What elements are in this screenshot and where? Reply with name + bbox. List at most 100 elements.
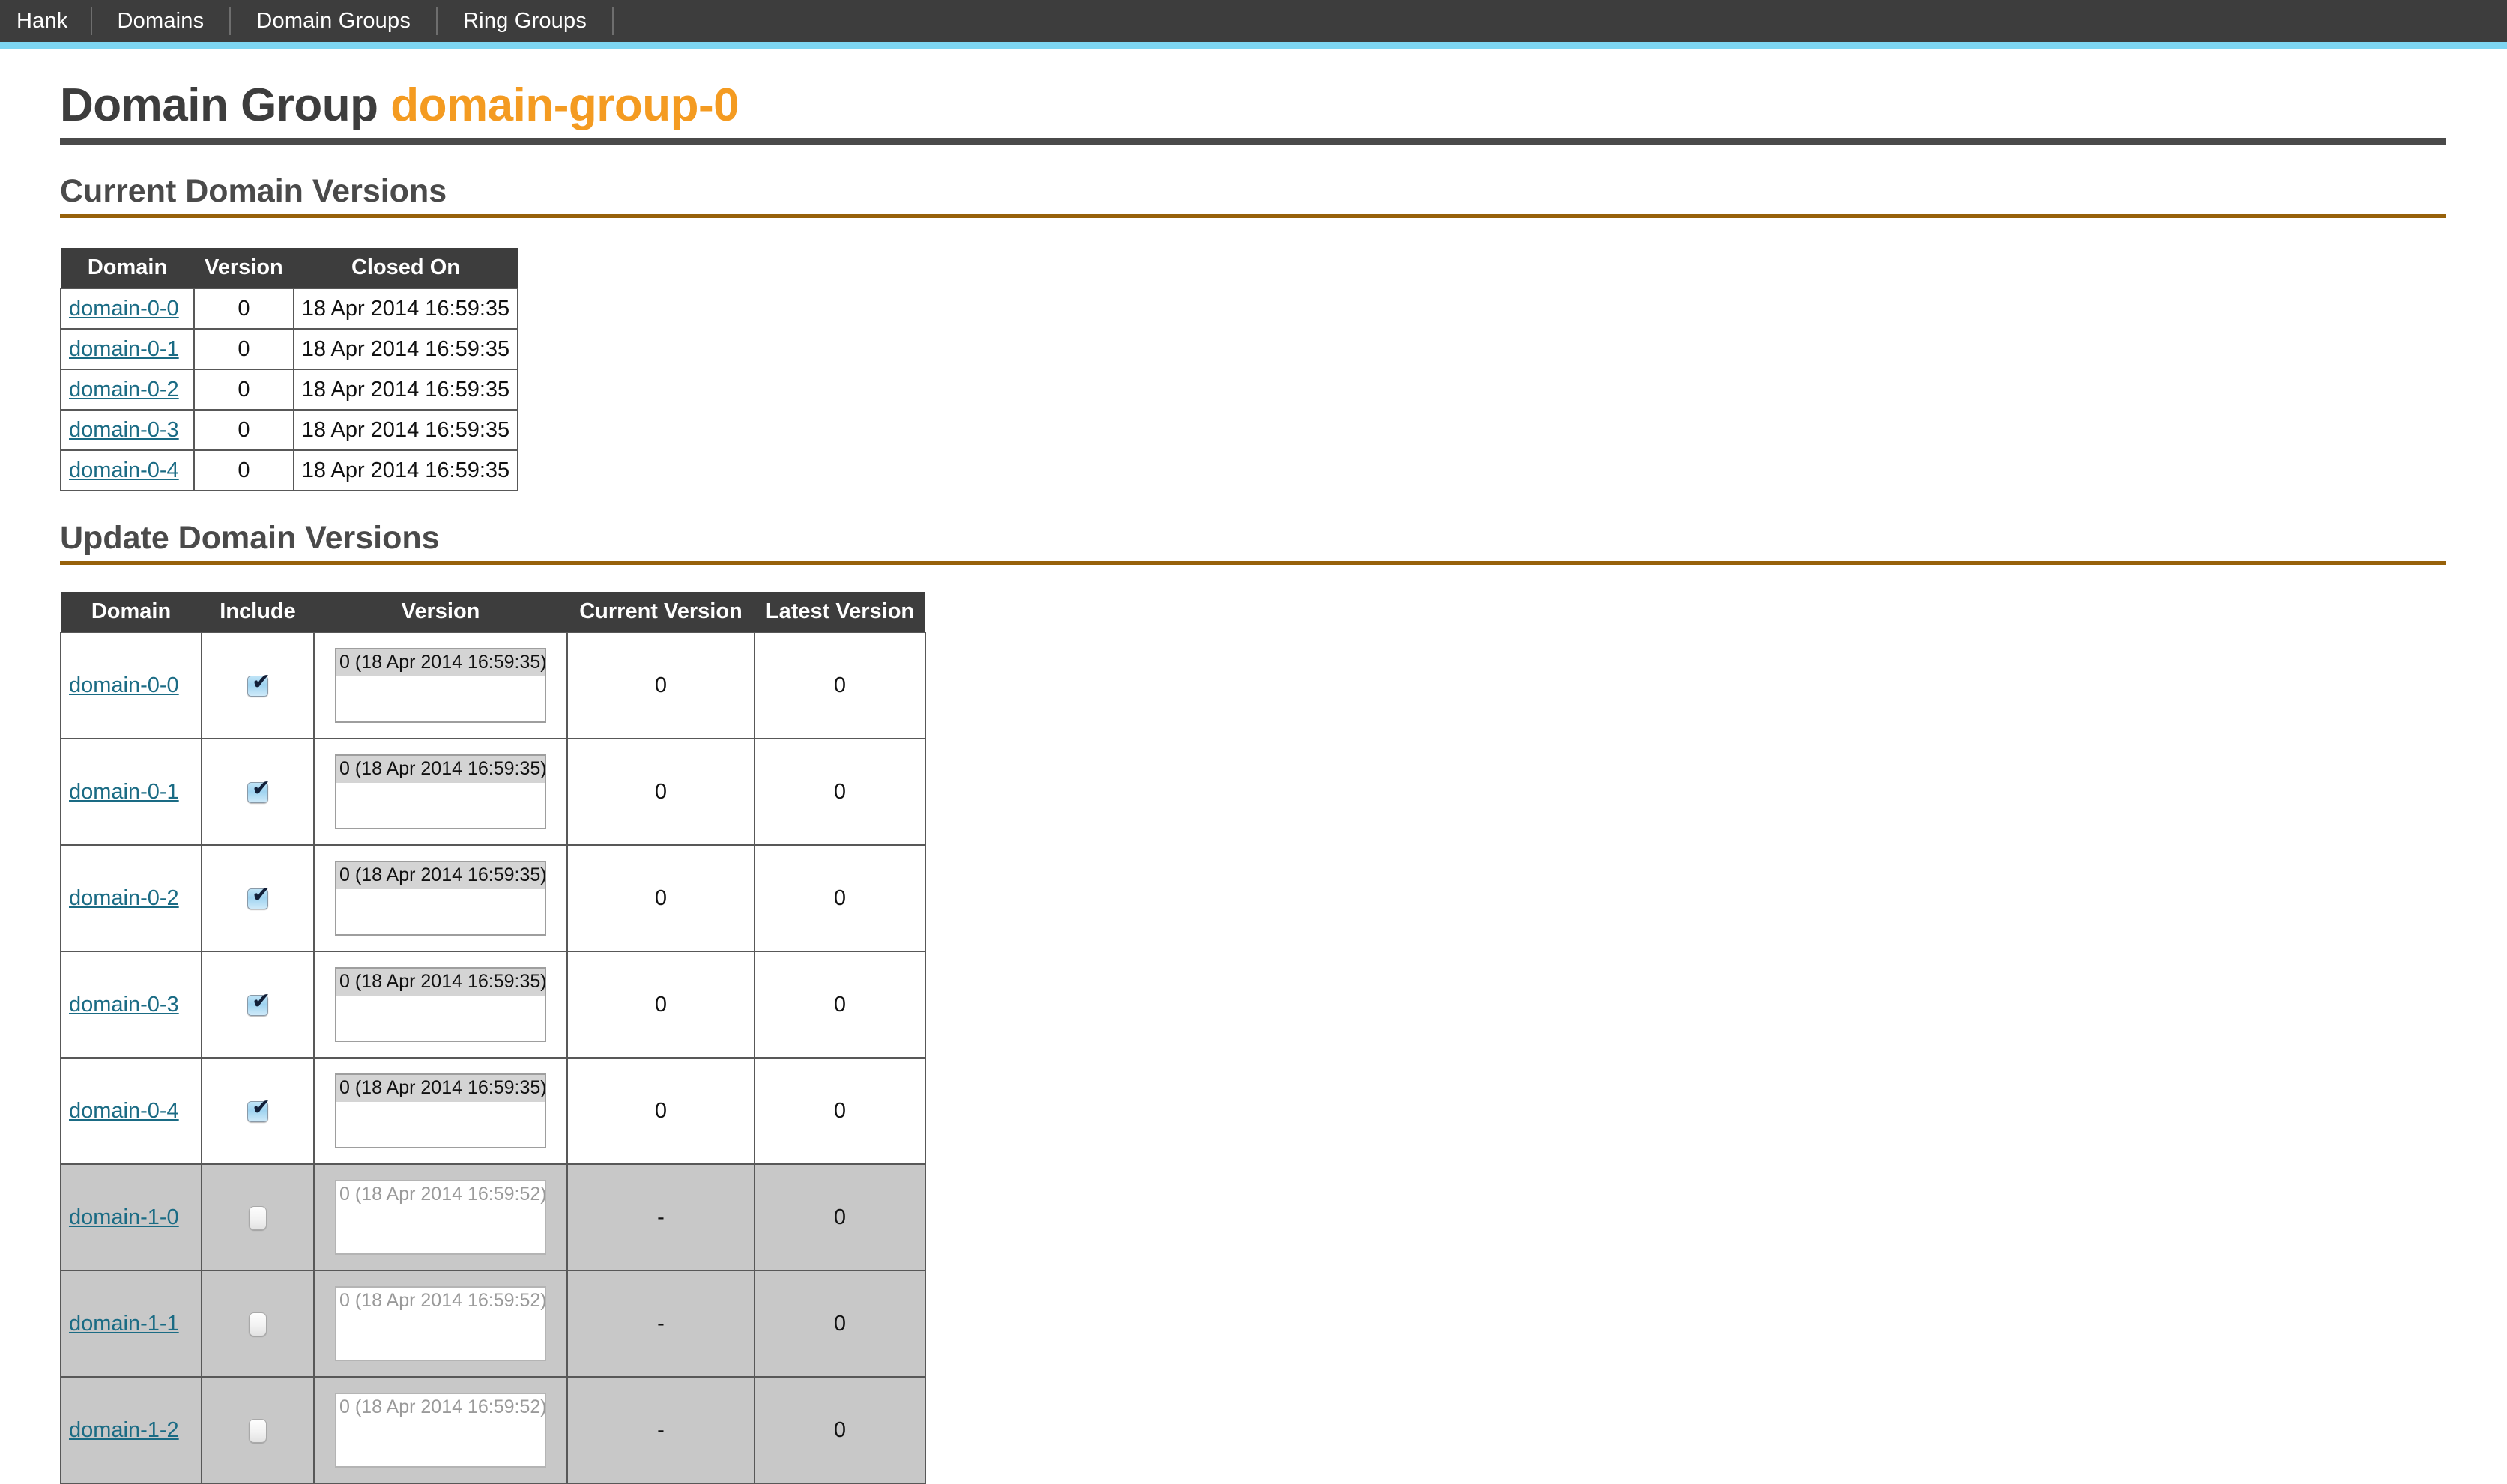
cell-version: 0 (18 Apr 2014 16:59:35): [314, 739, 567, 845]
domain-link[interactable]: domain-0-4: [69, 458, 179, 482]
checkmark-icon: ✔: [252, 1098, 268, 1118]
include-checkbox-unchecked[interactable]: [249, 1206, 267, 1230]
table-row: domain-0-2✔0 (18 Apr 2014 16:59:35)00: [61, 845, 925, 951]
version-listbox[interactable]: 0 (18 Apr 2014 16:59:52): [335, 1286, 546, 1361]
cell-domain: domain-0-0: [61, 632, 202, 739]
cell-latest-version: 0: [754, 1271, 925, 1377]
table-row: domain-0-1✔0 (18 Apr 2014 16:59:35)00: [61, 739, 925, 845]
domain-link[interactable]: domain-0-3: [69, 993, 179, 1017]
include-checkbox-checked[interactable]: ✔: [247, 782, 268, 803]
cell-closed-on: 18 Apr 2014 16:59:35: [294, 410, 518, 450]
domain-link[interactable]: domain-0-3: [69, 418, 179, 442]
domain-link[interactable]: domain-0-1: [69, 337, 179, 361]
version-option[interactable]: 0 (18 Apr 2014 16:59:52): [336, 1181, 545, 1208]
version-option[interactable]: 0 (18 Apr 2014 16:59:52): [336, 1394, 545, 1420]
cell-domain: domain-0-2: [61, 845, 202, 951]
nav-item-domain-groups[interactable]: Domain Groups: [231, 0, 436, 42]
checkmark-icon: ✔: [252, 673, 268, 692]
cell-current-version: 0: [567, 1058, 754, 1164]
cell-version: 0 (18 Apr 2014 16:59:35): [314, 845, 567, 951]
cell-current-version: 0: [567, 951, 754, 1058]
cell-domain: domain-1-0: [61, 1164, 202, 1271]
domain-link[interactable]: domain-1-1: [69, 1312, 179, 1336]
include-checkbox-checked[interactable]: ✔: [247, 995, 268, 1016]
checkmark-icon: ✔: [252, 779, 268, 799]
cell-latest-version: 0: [754, 1058, 925, 1164]
page-content: Domain Group domain-group-0 Current Doma…: [0, 49, 2507, 1484]
cell-latest-version: 0: [754, 1377, 925, 1483]
table-row: domain-1-0 0 (18 Apr 2014 16:59:52)-0: [61, 1164, 925, 1271]
domain-link[interactable]: domain-0-0: [69, 297, 179, 321]
column-header-current-version: Current Version: [567, 592, 754, 632]
cell-include: ✔: [202, 1058, 314, 1164]
version-option[interactable]: 0 (18 Apr 2014 16:59:52): [336, 1288, 545, 1314]
domain-link[interactable]: domain-0-1: [69, 780, 179, 804]
table-header-row: Domain Version Closed On: [61, 248, 518, 288]
table-row: domain-0-4018 Apr 2014 16:59:35: [61, 450, 518, 491]
cell-version: 0 (18 Apr 2014 16:59:35): [314, 1058, 567, 1164]
domain-link[interactable]: domain-0-2: [69, 378, 179, 402]
cell-current-version: -: [567, 1164, 754, 1271]
include-checkbox-unchecked[interactable]: [249, 1312, 267, 1336]
cell-include: [202, 1271, 314, 1377]
cell-domain: domain-1-2: [61, 1377, 202, 1483]
nav-item-hank[interactable]: Hank: [0, 0, 91, 42]
include-checkbox-unchecked[interactable]: [249, 1419, 267, 1443]
version-listbox[interactable]: 0 (18 Apr 2014 16:59:35): [335, 967, 546, 1042]
column-header-closed-on: Closed On: [294, 248, 518, 288]
version-listbox[interactable]: 0 (18 Apr 2014 16:59:52): [335, 1393, 546, 1468]
version-listbox[interactable]: 0 (18 Apr 2014 16:59:35): [335, 648, 546, 723]
cell-include: ✔: [202, 739, 314, 845]
column-header-version: Version: [314, 592, 567, 632]
cell-include: ✔: [202, 632, 314, 739]
cell-version: 0 (18 Apr 2014 16:59:35): [314, 951, 567, 1058]
version-option[interactable]: 0 (18 Apr 2014 16:59:35): [336, 1075, 545, 1101]
include-checkbox-checked[interactable]: ✔: [247, 676, 268, 697]
cell-current-version: -: [567, 1377, 754, 1483]
table-row: domain-0-0✔0 (18 Apr 2014 16:59:35)00: [61, 632, 925, 739]
current-table-body: domain-0-0018 Apr 2014 16:59:35domain-0-…: [61, 288, 518, 491]
table-row: domain-0-2018 Apr 2014 16:59:35: [61, 369, 518, 410]
page-title-group-name: domain-group-0: [390, 79, 739, 131]
version-option[interactable]: 0 (18 Apr 2014 16:59:35): [336, 969, 545, 995]
cell-domain: domain-0-1: [61, 329, 194, 369]
cell-version: 0 (18 Apr 2014 16:59:52): [314, 1164, 567, 1271]
cell-domain: domain-0-0: [61, 288, 194, 329]
cell-domain: domain-0-4: [61, 1058, 202, 1164]
cell-include: [202, 1164, 314, 1271]
cell-include: ✔: [202, 951, 314, 1058]
cell-include: ✔: [202, 845, 314, 951]
nav-item-ring-groups[interactable]: Ring Groups: [438, 0, 612, 42]
version-listbox[interactable]: 0 (18 Apr 2014 16:59:35): [335, 754, 546, 829]
version-option[interactable]: 0 (18 Apr 2014 16:59:35): [336, 862, 545, 888]
domain-link[interactable]: domain-0-2: [69, 886, 179, 910]
cell-domain: domain-0-3: [61, 410, 194, 450]
domain-link[interactable]: domain-0-0: [69, 673, 179, 697]
cell-domain: domain-0-1: [61, 739, 202, 845]
version-option[interactable]: 0 (18 Apr 2014 16:59:35): [336, 649, 545, 676]
current-domain-versions-table: Domain Version Closed On domain-0-0018 A…: [60, 248, 518, 491]
cell-latest-version: 0: [754, 739, 925, 845]
current-versions-divider: [60, 214, 2446, 218]
version-option[interactable]: 0 (18 Apr 2014 16:59:35): [336, 756, 545, 782]
cell-latest-version: 0: [754, 1164, 925, 1271]
domain-link[interactable]: domain-0-4: [69, 1099, 179, 1123]
table-row: domain-0-3✔0 (18 Apr 2014 16:59:35)00: [61, 951, 925, 1058]
column-header-latest-version: Latest Version: [754, 592, 925, 632]
table-row: domain-0-0 018 Apr 2014 16:59:35: [61, 288, 518, 329]
version-listbox[interactable]: 0 (18 Apr 2014 16:59:52): [335, 1180, 546, 1255]
table-row: domain-1-10 (18 Apr 2014 16:59:52)-0: [61, 1271, 925, 1377]
nav-item-domains[interactable]: Domains: [92, 0, 230, 42]
table-row: domain-0-3018 Apr 2014 16:59:35: [61, 410, 518, 450]
include-checkbox-checked[interactable]: ✔: [247, 888, 268, 909]
version-listbox[interactable]: 0 (18 Apr 2014 16:59:35): [335, 861, 546, 936]
cell-closed-on: 18 Apr 2014 16:59:35: [294, 288, 518, 329]
domain-link[interactable]: domain-1-0: [69, 1205, 179, 1229]
version-listbox[interactable]: 0 (18 Apr 2014 16:59:35): [335, 1073, 546, 1148]
cell-version: 0: [194, 288, 294, 329]
include-checkbox-checked[interactable]: ✔: [247, 1101, 268, 1122]
checkmark-icon: ✔: [252, 885, 268, 905]
table-header-row: Domain Include Version Current Version L…: [61, 592, 925, 632]
update-domain-versions-table: Domain Include Version Current Version L…: [60, 592, 926, 1484]
cell-closed-on: 18 Apr 2014 16:59:35: [294, 369, 518, 410]
